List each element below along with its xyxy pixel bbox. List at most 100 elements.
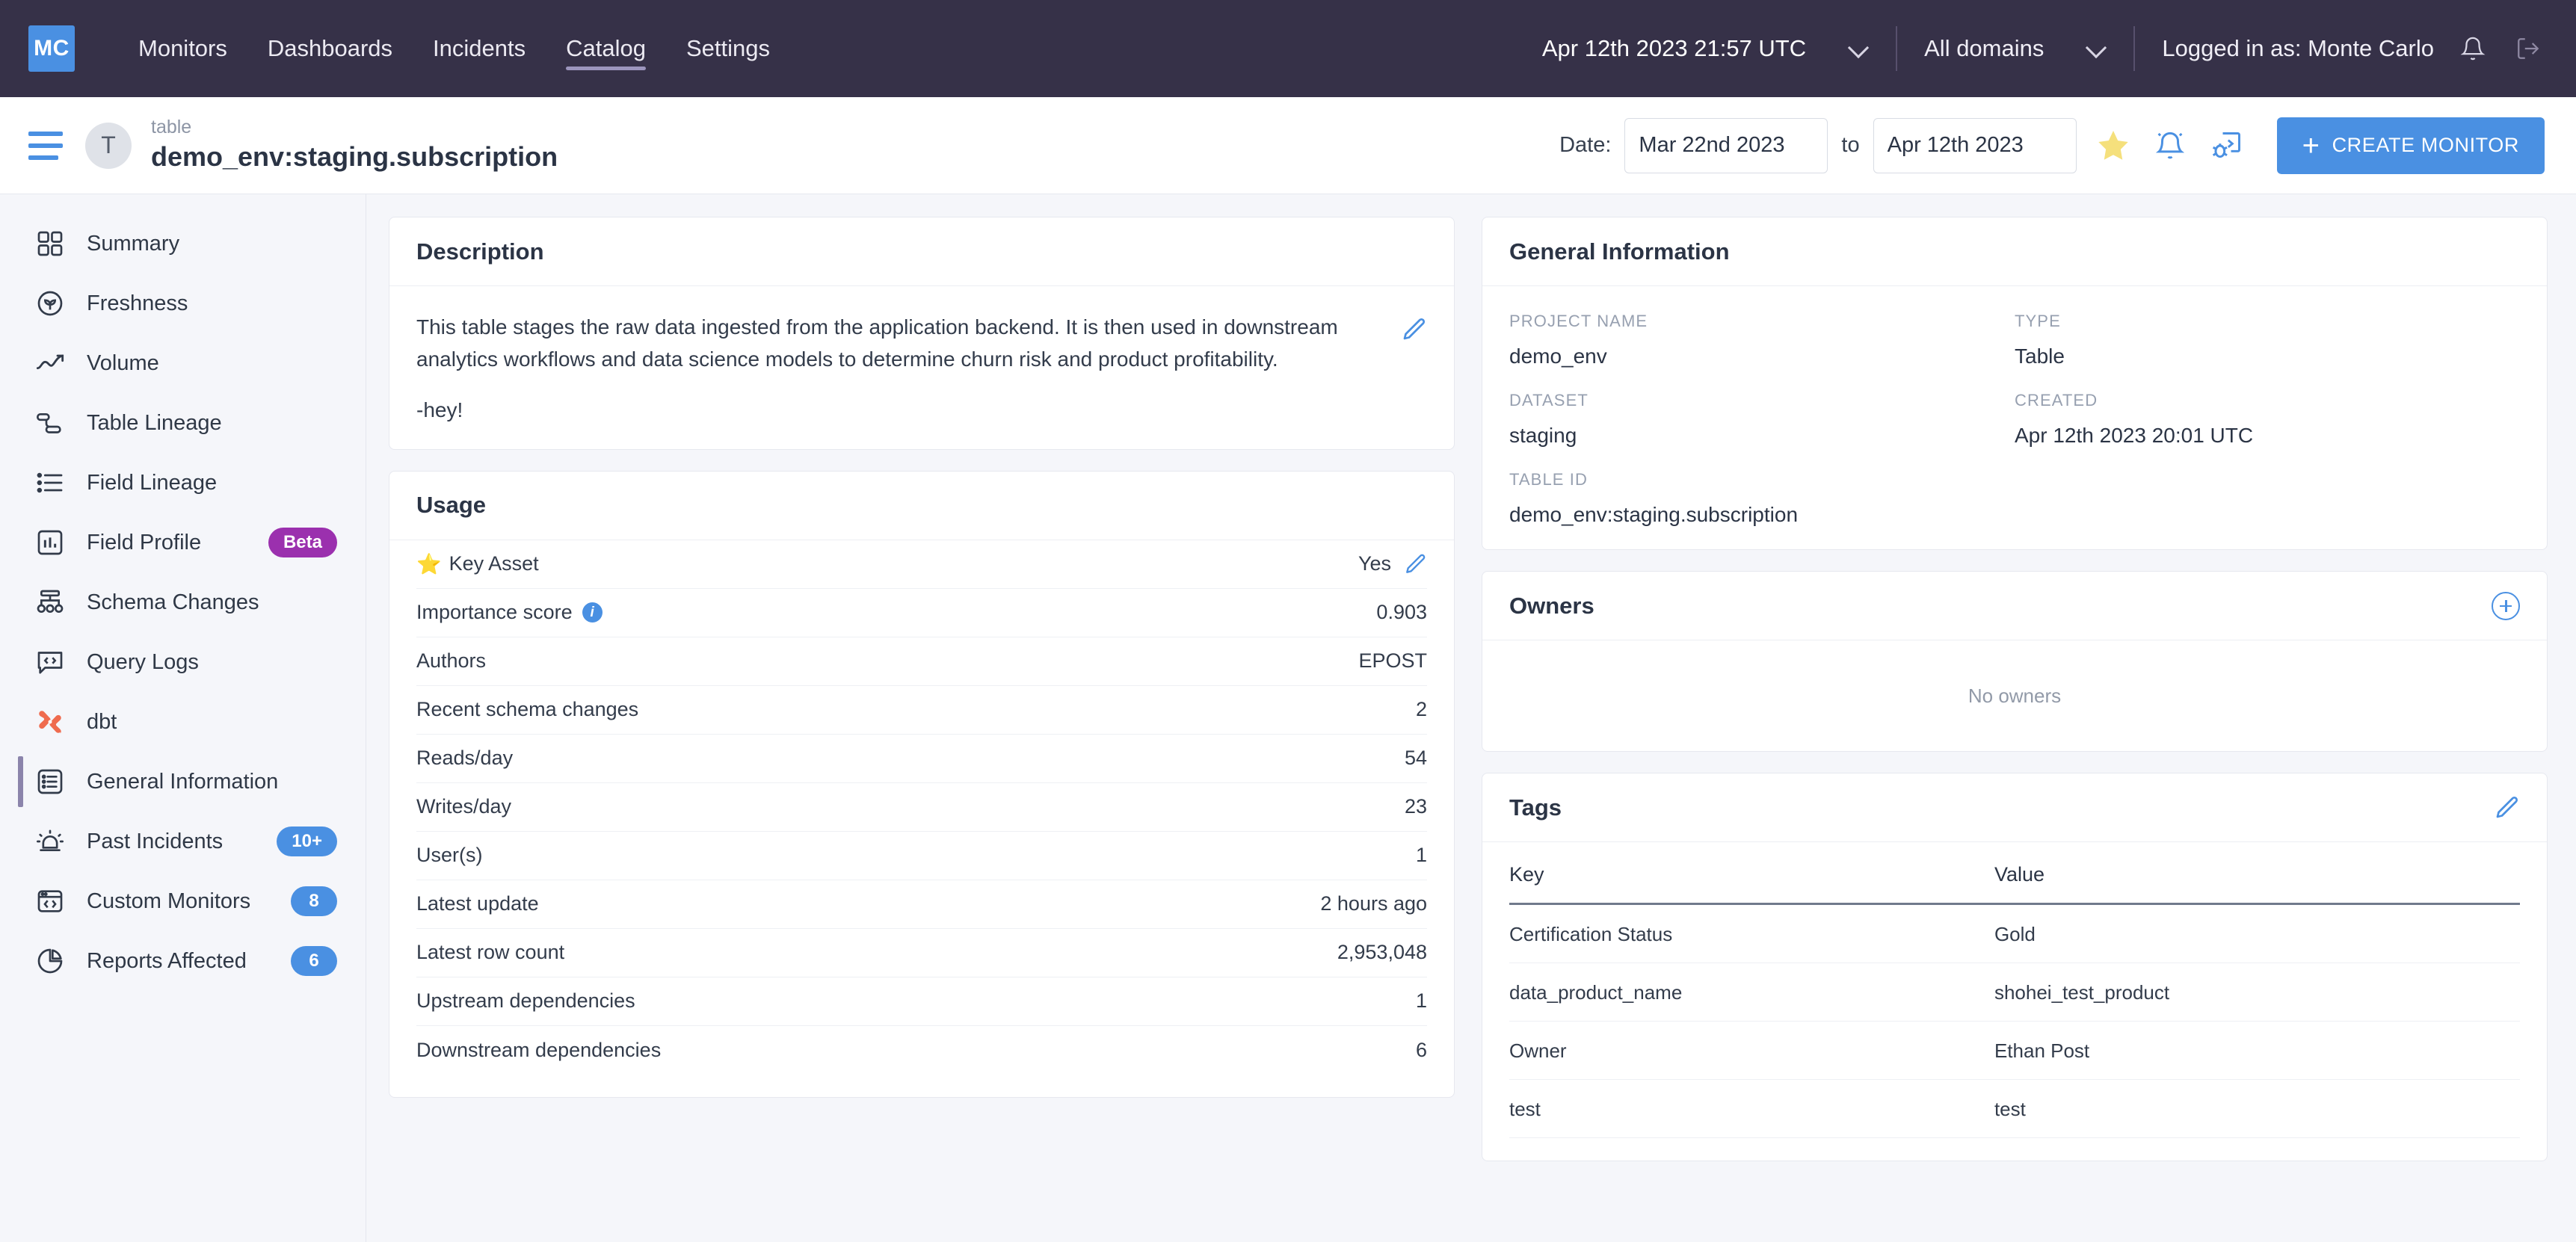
sidebar-item-label: Query Logs [87,649,199,674]
sidebar-item-table-lineage[interactable]: Table Lineage [0,393,366,453]
field-label: DATASET [1509,391,1589,410]
tag-key: test [1509,1079,1994,1138]
sidebar-item-reports-affected[interactable]: Reports Affected 6 [0,931,366,991]
sidebar-item-label: Schema Changes [87,590,259,614]
usage-row-label: Recent schema changes [416,698,639,721]
add-owner-button[interactable] [2492,591,2520,620]
usage-row-value: 2 [1415,698,1427,721]
sidebar-item-label: Custom Monitors [87,889,251,913]
star-icon[interactable] [2093,126,2133,166]
field-value: demo_env [1509,345,1607,368]
sidebar-item-summary[interactable]: Summary [0,214,366,274]
create-monitor-label: CREATE MONITOR [2332,134,2519,156]
nav-link-incidents[interactable]: Incidents [413,0,546,97]
tags-card-body: Key Value Certification Status Gold data… [1482,842,2547,1161]
sidebar-item-general-information[interactable]: General Information [0,752,366,812]
usage-row: Latest row count 2,953,048 [416,929,1427,977]
pie-chart-icon [33,944,67,978]
table-row: data_product_name shohei_test_product [1509,963,2520,1022]
field-label: PROJECT NAME [1509,312,1648,330]
field-label: CREATED [2015,391,2098,410]
sidebar-item-custom-monitors[interactable]: Custom Monitors 8 [0,871,366,931]
owners-empty-state: No owners [1968,684,2062,707]
date-to-label: to [1841,133,1860,157]
importance-score-info-icon[interactable]: i [582,602,603,623]
field-dataset: DATASET staging [1509,391,2015,448]
sidebar-item-query-logs[interactable]: Query Logs [0,632,366,692]
siren-icon [33,824,67,859]
date-from-input[interactable] [1624,117,1828,173]
usage-row-value: 6 [1415,1038,1427,1061]
plus-circle-icon[interactable] [2492,591,2520,620]
general-information-card: General Information PROJECT NAME demo_en… [1482,217,2548,550]
code-chat-icon [33,645,67,679]
usage-row: Upstream dependencies 1 [416,977,1427,1026]
tag-key: Owner [1509,1021,1994,1080]
description-card-body: This table stages the raw data ingested … [389,286,1454,449]
nav-link-dashboards[interactable]: Dashboards [247,0,413,97]
usage-row-value: 0.903 [1376,601,1427,624]
usage-row-label: Importance score [416,601,573,624]
usage-row: Writes/day 23 [416,783,1427,832]
general-information-card-title: General Information [1509,238,1730,265]
sidebar-item-label: Summary [87,231,180,256]
sidebar-item-label: Field Profile [87,530,202,554]
general-information-card-header: General Information [1482,217,2547,286]
tag-value: Ethan Post [1994,1021,2520,1080]
nav-link-monitors[interactable]: Monitors [118,0,247,97]
field-project-name: PROJECT NAME demo_env [1509,312,2015,368]
tag-value: Gold [1994,903,2520,963]
usage-row-label: Reads/day [416,747,514,770]
usage-row-label: Authors [416,649,487,673]
nav-link-settings[interactable]: Settings [666,0,790,97]
date-to-input[interactable] [1873,117,2077,173]
subheader-actions: Date: to + CREATE MONITOR [1559,117,2545,174]
reports-count-badge: 6 [291,946,337,976]
sidebar-item-past-incidents[interactable]: Past Incidents 10+ [0,812,366,871]
edit-key-asset-pencil-icon[interactable] [1403,552,1427,576]
description-card-title: Description [416,238,544,265]
list-icon [33,466,67,500]
logged-in-user: Logged in as: Monte Carlo [2162,35,2434,61]
domain-selector[interactable]: All domains [1924,35,2044,62]
top-navigation-bar: MC Monitors Dashboards Incidents Catalog… [0,0,2576,97]
edit-tags-pencil-icon[interactable] [2493,794,2520,821]
sidebar-item-dbt[interactable]: dbt [0,692,366,752]
edit-description-pencil-icon[interactable] [1400,312,1427,347]
incident-count-badge: 10+ [277,827,337,856]
tags-card-title: Tags [1509,794,1562,821]
tags-card-header: Tags [1482,773,2547,842]
sidebar-item-volume[interactable]: Volume [0,333,366,393]
bell-icon[interactable] [2456,32,2489,65]
usage-row-label: Latest update [416,892,539,915]
timestamp-chevron-down-icon[interactable] [1849,39,1869,58]
nav-link-catalog[interactable]: Catalog [546,0,666,97]
usage-row-value: 1 [1415,844,1427,867]
nav-right-group: Apr 12th 2023 21:57 UTC All domains Logg… [1542,0,2545,97]
tags-table: Key Value Certification Status Gold data… [1509,863,2520,1138]
usage-row-value: 54 [1404,747,1427,770]
sidebar-item-freshness[interactable]: Freshness [0,274,366,333]
app-logo[interactable]: MC [28,25,75,72]
sidebar-item-schema-changes[interactable]: Schema Changes [0,572,366,632]
sidebar-item-label: Table Lineage [87,410,222,435]
domain-chevron-down-icon[interactable] [2087,39,2107,58]
alert-bell-icon[interactable] [2150,126,2190,166]
create-monitor-button[interactable]: + CREATE MONITOR [2276,117,2545,174]
sidebar-item-field-lineage[interactable]: Field Lineage [0,453,366,513]
usage-row-value: 1 [1415,989,1427,1013]
usage-row: ⭐ Key Asset Yes [416,540,1427,589]
tags-column-key: Key [1509,863,1994,905]
field-value: Apr 12th 2023 20:01 UTC [2015,424,2254,447]
date-range-label: Date: [1559,133,1612,157]
usage-row-label: Latest row count [416,941,565,964]
field-label: TYPE [2015,312,2061,330]
usage-row-value: Yes [1358,552,1391,575]
hamburger-icon[interactable] [28,131,63,160]
description-card: Description This table stages the raw da… [389,217,1455,450]
logout-icon[interactable] [2512,32,2545,65]
beta-badge: Beta [268,528,337,557]
sidebar-item-field-profile[interactable]: Field Profile Beta [0,513,366,572]
debug-icon[interactable] [2207,126,2247,166]
usage-row: User(s) 1 [416,832,1427,880]
